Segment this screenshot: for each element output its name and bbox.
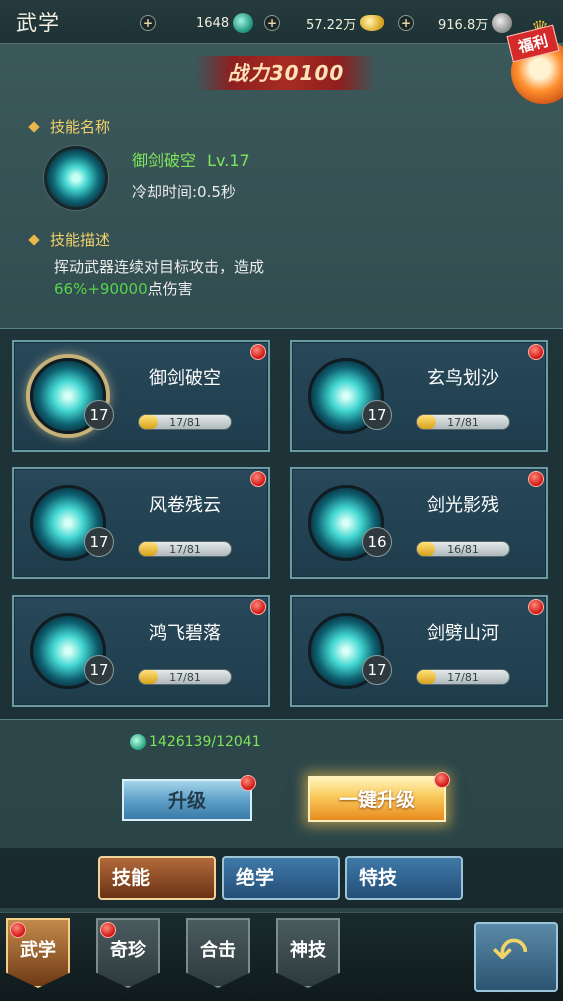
skill-card[interactable]: 17 御剑破空 17/81 xyxy=(12,340,270,452)
skill-desc-section: 技能描述 xyxy=(28,229,111,250)
gold-amount: 57.22万 xyxy=(306,17,357,33)
skill-level-badge: 17 xyxy=(84,655,114,685)
notification-dot xyxy=(528,344,544,360)
desc-damage-value: 66%+90000 xyxy=(54,280,148,298)
desc-damage-suffix: 点伤害 xyxy=(147,280,193,298)
nav-label: 武学 xyxy=(20,940,56,961)
desc-line-2: 66%+90000点伤害 xyxy=(54,278,354,300)
skill-progress-bar: 16/81 xyxy=(416,541,510,557)
gold-resource: + 57.22万 xyxy=(264,12,385,34)
nav-label: 合击 xyxy=(200,940,236,961)
skill-level-badge: 17 xyxy=(362,400,392,430)
progress-text: 17/81 xyxy=(169,543,201,556)
add-gold-button[interactable]: + xyxy=(264,15,280,31)
skill-name-heading: 技能名称 xyxy=(50,118,111,136)
notification-dot xyxy=(250,599,266,615)
skill-progress-bar: 17/81 xyxy=(416,414,510,430)
skill-exp: 1426139/12041 xyxy=(130,734,261,750)
skill-card[interactable]: 16 剑光影残 16/81 xyxy=(290,467,548,579)
notification-dot xyxy=(528,599,544,615)
skill-card-name: 御剑破空 xyxy=(149,368,221,389)
combat-power: 战力30100 xyxy=(196,56,376,90)
skill-card[interactable]: 17 剑劈山河 17/81 xyxy=(290,595,548,707)
skill-exp-icon xyxy=(130,734,146,750)
selected-skill-level: Lv.17 xyxy=(207,151,250,170)
coin-amount: 916.8万 xyxy=(438,17,489,33)
skill-card[interactable]: 17 鸿飞碧落 17/81 xyxy=(12,595,270,707)
progress-text: 17/81 xyxy=(447,671,479,684)
skill-description: 挥动武器连续对目标攻击，造成 66%+90000点伤害 xyxy=(54,256,354,300)
gold-ingot-icon xyxy=(360,15,385,31)
skill-card-name: 风卷残云 xyxy=(149,495,221,516)
skill-cooldown: 冷却时间:0.5秒 xyxy=(132,183,236,201)
skill-exp-value: 1426139/12041 xyxy=(149,734,261,750)
tab-special[interactable]: 特技 xyxy=(345,856,463,900)
upgrade-button[interactable]: 升级 xyxy=(122,775,256,821)
progress-text: 17/81 xyxy=(447,416,479,429)
selected-skill-icon xyxy=(44,146,108,210)
add-coin-button[interactable]: + xyxy=(398,15,414,31)
skill-progress-bar: 17/81 xyxy=(138,414,232,430)
jade-icon xyxy=(233,13,254,33)
notification-dot xyxy=(434,772,450,788)
skill-progress-bar: 17/81 xyxy=(138,541,232,557)
selected-skill-name: 御剑破空 xyxy=(132,151,197,170)
desc-line-1: 挥动武器连续对目标攻击，造成 xyxy=(54,258,265,276)
jade-resource: + 1648 xyxy=(140,12,254,34)
skill-progress-bar: 17/81 xyxy=(138,669,232,685)
skill-card-name: 剑劈山河 xyxy=(427,623,499,644)
skill-level-badge: 17 xyxy=(84,400,114,430)
progress-text: 17/81 xyxy=(169,671,201,684)
progress-text: 17/81 xyxy=(169,416,201,429)
upgrade-all-button[interactable]: 一键升级 xyxy=(308,772,450,822)
notification-dot xyxy=(240,775,256,791)
skill-level-badge: 17 xyxy=(362,655,392,685)
diamond-icon xyxy=(28,120,40,133)
notification-dot xyxy=(528,471,544,487)
skill-progress-bar: 17/81 xyxy=(416,669,510,685)
skill-card-name: 鸿飞碧落 xyxy=(149,623,221,644)
skill-level-badge: 16 xyxy=(362,527,392,557)
notification-dot xyxy=(10,922,26,938)
notification-dot xyxy=(100,922,116,938)
skill-level-badge: 17 xyxy=(84,527,114,557)
back-button[interactable]: ↶ xyxy=(474,922,558,992)
tab-skill[interactable]: 技能 xyxy=(98,856,216,900)
welfare-button[interactable]: ♛ 福利 xyxy=(505,16,563,106)
coin-resource: + 916.8万 xyxy=(398,12,513,34)
upgrade-button-label: 升级 xyxy=(167,790,206,812)
nav-label: 神技 xyxy=(290,940,326,961)
add-jade-button[interactable]: + xyxy=(140,15,156,31)
jade-amount: 1648 xyxy=(196,15,230,31)
upgrade-all-button-label: 一键升级 xyxy=(338,789,415,811)
progress-text: 16/81 xyxy=(447,543,479,556)
skill-card-name: 玄鸟划沙 xyxy=(427,368,499,389)
tab-ultimate[interactable]: 绝学 xyxy=(222,856,340,900)
skill-card[interactable]: 17 玄鸟划沙 17/81 xyxy=(290,340,548,452)
diamond-icon xyxy=(28,233,40,246)
top-bar: 武学 + 1648 + 57.22万 + 916.8万 xyxy=(0,0,563,44)
skill-name-section: 技能名称 xyxy=(28,116,111,137)
notification-dot xyxy=(250,471,266,487)
nav-label: 奇珍 xyxy=(110,940,146,961)
selected-skill-title: 御剑破空 Lv.17 xyxy=(132,147,250,171)
skill-card[interactable]: 17 风卷残云 17/81 xyxy=(12,467,270,579)
back-arrow-icon: ↶ xyxy=(492,928,529,979)
page-title: 武学 xyxy=(16,11,60,35)
skill-desc-heading: 技能描述 xyxy=(50,231,111,249)
notification-dot xyxy=(250,344,266,360)
skill-card-name: 剑光影残 xyxy=(427,495,499,516)
